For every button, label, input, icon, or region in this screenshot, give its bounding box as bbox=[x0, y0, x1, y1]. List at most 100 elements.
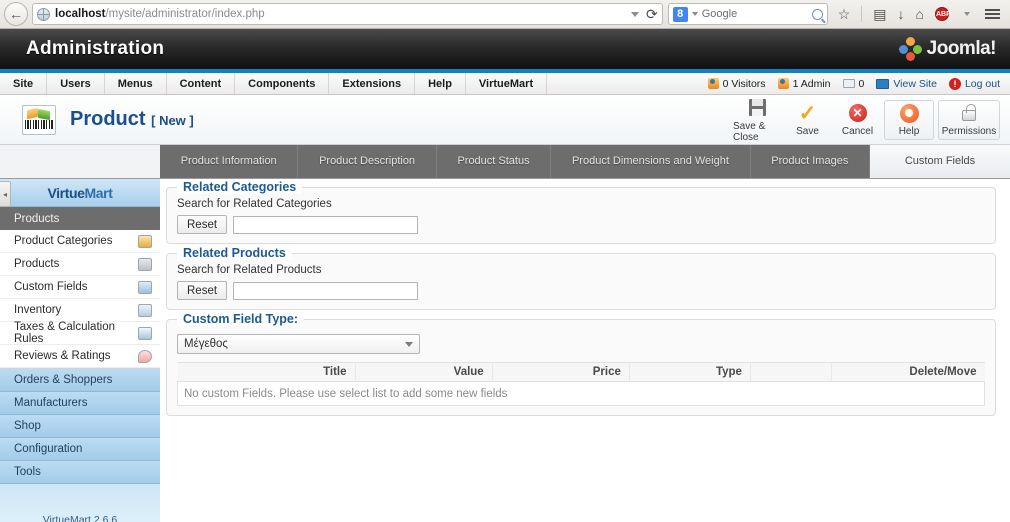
menu-item-help[interactable]: Help bbox=[415, 73, 466, 94]
tab-product-description[interactable]: Product Description bbox=[298, 145, 437, 178]
checkmark-icon: ✓ bbox=[798, 101, 817, 125]
search-icon[interactable] bbox=[811, 8, 823, 20]
menu-item-content[interactable]: Content bbox=[167, 73, 236, 94]
virtuemart-logo-prefix: Virtue bbox=[47, 184, 85, 201]
page-body: ◂ VirtueMart Products Product Categories… bbox=[0, 179, 1010, 522]
visitors-status: 0 Visitors bbox=[707, 78, 766, 90]
sidebar-item-manufacturers[interactable]: Manufacturers bbox=[0, 392, 160, 415]
column-header-type[interactable]: Type bbox=[629, 362, 751, 382]
save-and-close-button[interactable]: Save & Close bbox=[732, 96, 782, 144]
url-path: /mysite/administrator/index.php bbox=[105, 8, 265, 20]
menu-item-users[interactable]: Users bbox=[47, 73, 105, 94]
help-button[interactable]: Help bbox=[884, 99, 934, 140]
back-arrow-icon[interactable]: ← bbox=[4, 2, 28, 26]
user-icon bbox=[777, 78, 789, 89]
sidebar-product-list: Product Categories Products Custom Field… bbox=[0, 230, 160, 369]
globe-icon bbox=[37, 7, 50, 21]
sidebar-item-product-categories[interactable]: Product Categories bbox=[0, 230, 160, 253]
column-header-spacer bbox=[750, 362, 832, 382]
related-products-search-input[interactable] bbox=[233, 281, 419, 300]
cancel-button[interactable]: ✕ Cancel bbox=[832, 96, 882, 144]
chevron-down-icon[interactable] bbox=[691, 12, 698, 16]
star-icon[interactable]: ☆ bbox=[838, 7, 851, 21]
permissions-button[interactable]: Permissions bbox=[938, 99, 1000, 140]
column-header-price[interactable]: Price bbox=[492, 362, 630, 382]
view-site-link[interactable]: View Site bbox=[876, 78, 937, 90]
menu-item-components[interactable]: Components bbox=[235, 73, 330, 94]
cancel-label: Cancel bbox=[841, 126, 874, 137]
tab-product-information[interactable]: Product Information bbox=[160, 145, 299, 178]
user-icon bbox=[707, 78, 719, 89]
help-label: Help bbox=[898, 126, 920, 137]
tabbar-spacer bbox=[0, 145, 160, 178]
messages-status[interactable]: 0 bbox=[842, 78, 864, 90]
menu-item-virtuemart[interactable]: VirtueMart bbox=[466, 73, 548, 94]
chevron-down-icon[interactable] bbox=[964, 12, 970, 16]
custom-field-type-select[interactable]: Μέγεθος bbox=[177, 334, 420, 354]
sidebar-item-configuration[interactable]: Configuration bbox=[0, 438, 160, 461]
save-button[interactable]: ✓ Save bbox=[782, 96, 832, 144]
permissions-label: Permissions bbox=[941, 126, 997, 137]
search-bar[interactable]: 8 Google bbox=[667, 3, 828, 25]
column-header-delete-move[interactable]: Delete/Move bbox=[831, 362, 985, 382]
related-products-field-label: Search for Related Products bbox=[177, 264, 322, 276]
related-products-legend: Related Products bbox=[177, 246, 292, 260]
chevron-down-icon[interactable] bbox=[631, 11, 639, 17]
sidebar-item-label: Inventory bbox=[14, 304, 62, 316]
admins-status: 1 Admin bbox=[777, 78, 831, 90]
tab-product-status[interactable]: Product Status bbox=[437, 145, 552, 178]
lifebuoy-icon bbox=[899, 102, 919, 124]
adblock-icon[interactable]: ABP bbox=[935, 7, 951, 21]
page-title-text: Product bbox=[70, 108, 146, 130]
address-bar[interactable]: localhost/mysite/administrator/index.php… bbox=[32, 3, 663, 25]
sidebar-item-reviews-and-ratings[interactable]: Reviews & Ratings bbox=[0, 345, 160, 368]
logout-label: Log out bbox=[964, 77, 1000, 90]
sidebar-item-tools[interactable]: Tools bbox=[0, 461, 160, 484]
menu-icon[interactable] bbox=[985, 9, 1000, 19]
sidebar-item-products[interactable]: Products bbox=[0, 253, 160, 276]
reading-list-icon[interactable]: ▤ bbox=[873, 7, 886, 21]
cancel-circle-icon: ✕ bbox=[848, 102, 867, 124]
product-barcode-icon bbox=[22, 104, 56, 135]
menu-item-extensions[interactable]: Extensions bbox=[329, 73, 416, 94]
sidebar-item-shop[interactable]: Shop bbox=[0, 415, 160, 438]
related-products-reset-button[interactable]: Reset bbox=[177, 281, 228, 300]
column-header-value[interactable]: Value bbox=[355, 362, 493, 382]
admin-title: Administration bbox=[26, 38, 165, 59]
joomla-mark-icon bbox=[898, 37, 923, 61]
main-content: Related Categories Search for Related Ca… bbox=[160, 179, 1010, 514]
download-icon[interactable]: ↓ bbox=[898, 7, 905, 21]
related-categories-panel: Related Categories Search for Related Ca… bbox=[166, 180, 996, 244]
tab-custom-fields[interactable]: Custom Fields bbox=[870, 145, 1010, 178]
menu-item-menus[interactable]: Menus bbox=[105, 73, 167, 94]
sidebar-item-taxes-and-calculation-rules[interactable]: Taxes & Calculation Rules bbox=[0, 321, 160, 345]
custom-field-type-legend: Custom Field Type: bbox=[177, 312, 305, 326]
home-icon[interactable]: ⌂ bbox=[916, 7, 924, 21]
tab-product-images[interactable]: Product Images bbox=[751, 145, 871, 178]
related-categories-reset-button[interactable]: Reset bbox=[177, 215, 228, 234]
sidebar-item-label: Product Categories bbox=[14, 235, 113, 247]
fields-icon bbox=[138, 280, 152, 294]
sidebar-collapse-icon[interactable]: ◂ bbox=[0, 181, 11, 207]
page-title: Product [ New ] bbox=[70, 108, 194, 131]
sidebar-section-header: Products bbox=[0, 207, 160, 230]
column-header-title[interactable]: Title bbox=[177, 362, 356, 382]
empty-state-message: No custom Fields. Please use select list… bbox=[177, 381, 985, 406]
tab-product-dimensions-and-weight[interactable]: Product Dimensions and Weight bbox=[551, 145, 751, 178]
save-label: Save bbox=[796, 126, 819, 137]
camera-icon bbox=[138, 257, 152, 271]
reload-icon[interactable]: ⟳ bbox=[646, 6, 658, 23]
google-icon: 8 bbox=[672, 6, 688, 22]
menu-item-site[interactable]: Site bbox=[0, 73, 48, 94]
virtuemart-version-label: VirtueMart 2.6.6 bbox=[0, 484, 160, 522]
browser-icon-group: ☆ ▤ ↓ ⌂ ABP bbox=[828, 6, 1006, 22]
related-categories-search-input[interactable] bbox=[233, 215, 419, 234]
logout-link[interactable]: ! Log out bbox=[948, 77, 1000, 90]
custom-field-type-selected-value: Μέγεθος bbox=[184, 338, 228, 350]
sidebar-item-inventory[interactable]: Inventory bbox=[0, 299, 160, 322]
table-header-row: Title Value Price Type Delete/Move bbox=[177, 362, 985, 382]
virtuemart-logo: VirtueMart bbox=[0, 179, 160, 207]
sidebar-item-orders-and-shoppers[interactable]: Orders & Shoppers bbox=[0, 369, 160, 392]
sidebar-item-custom-fields[interactable]: Custom Fields bbox=[0, 276, 160, 299]
admin-menubar: Site Users Menus Content Components Exte… bbox=[0, 73, 1010, 95]
